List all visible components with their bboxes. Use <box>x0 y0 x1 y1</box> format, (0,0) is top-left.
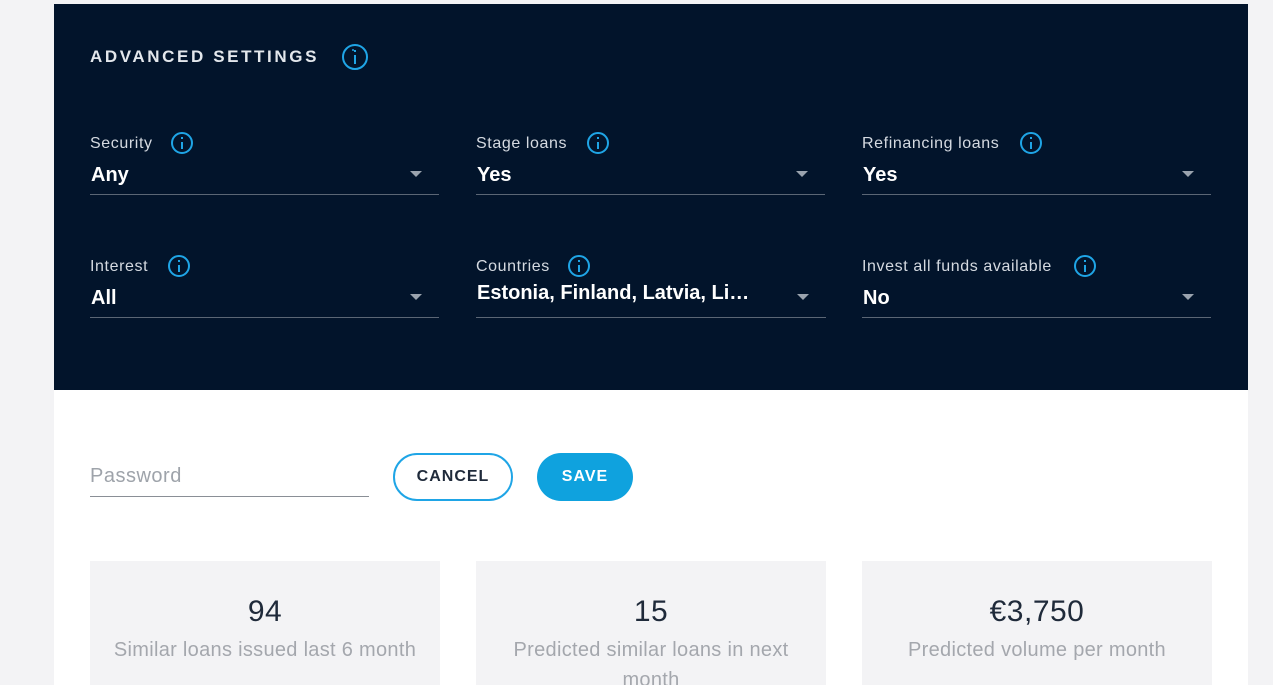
stat-similar-loans: 94 Similar loans issued last 6 month <box>90 561 440 685</box>
stat-predicted-loans: 15 Predicted similar loans in next month <box>476 561 826 685</box>
stat-value: 94 <box>247 595 283 628</box>
security-label: Security <box>90 135 153 152</box>
refinancing-loans-label: Refinancing loans <box>862 135 1000 152</box>
info-icon[interactable] <box>342 44 368 70</box>
countries-label: Countries <box>476 258 550 275</box>
stat-value: €3,750 <box>989 595 1085 628</box>
invest-all-funds-label: Invest all funds available <box>862 258 1052 275</box>
advanced-settings-panel: ADVANCED SETTINGS Security Any Stage loa… <box>54 4 1248 390</box>
refinancing-loans-select[interactable]: Refinancing loans Yes <box>862 132 1211 205</box>
security-select[interactable]: Security Any <box>90 132 439 205</box>
advanced-settings-title: ADVANCED SETTINGS <box>90 47 320 66</box>
info-icon[interactable] <box>1020 132 1042 154</box>
field-underline <box>476 194 825 195</box>
interest-select[interactable]: Interest All <box>90 255 439 328</box>
invest-all-funds-select[interactable]: Invest all funds available No <box>862 255 1211 328</box>
interest-value: All <box>91 287 117 309</box>
caret-down-icon[interactable] <box>1182 171 1194 177</box>
security-value: Any <box>91 164 129 186</box>
settings-card: ADVANCED SETTINGS Security Any Stage loa… <box>54 4 1248 685</box>
password-input[interactable] <box>90 457 369 497</box>
stat-label: Similar loans issued last 6 month <box>113 639 417 661</box>
info-icon[interactable] <box>568 255 590 277</box>
info-icon[interactable] <box>587 132 609 154</box>
field-underline <box>862 317 1211 318</box>
field-underline <box>90 194 439 195</box>
countries-value: Estonia, Finland, Latvia, Lithuania <box>477 282 755 304</box>
field-underline <box>90 317 439 318</box>
info-icon[interactable] <box>171 132 193 154</box>
field-underline <box>476 317 826 318</box>
caret-down-icon[interactable] <box>797 294 809 300</box>
stage-loans-label: Stage loans <box>476 135 568 152</box>
caret-down-icon[interactable] <box>410 294 422 300</box>
invest-all-funds-value: No <box>863 287 890 309</box>
caret-down-icon[interactable] <box>1182 294 1194 300</box>
stat-value: 15 <box>633 595 669 628</box>
caret-down-icon[interactable] <box>796 171 808 177</box>
countries-select[interactable]: Countries Estonia, Finland, Latvia, Lith… <box>476 255 826 328</box>
caret-down-icon[interactable] <box>410 171 422 177</box>
stage-loans-select[interactable]: Stage loans Yes <box>476 132 825 205</box>
field-underline <box>862 194 1211 195</box>
stage-loans-value: Yes <box>477 164 512 186</box>
save-button[interactable]: SAVE <box>537 453 633 501</box>
stat-label: Predicted similar loans in next month <box>513 639 789 685</box>
info-icon[interactable] <box>168 255 190 277</box>
refinancing-loans-value: Yes <box>863 164 898 186</box>
stat-predicted-volume: €3,750 Predicted volume per month <box>862 561 1212 685</box>
password-field <box>90 457 369 501</box>
interest-label: Interest <box>90 258 149 275</box>
stat-label: Predicted volume per month <box>908 639 1166 661</box>
cancel-button[interactable]: CANCEL <box>393 453 513 501</box>
info-icon[interactable] <box>1074 255 1096 277</box>
